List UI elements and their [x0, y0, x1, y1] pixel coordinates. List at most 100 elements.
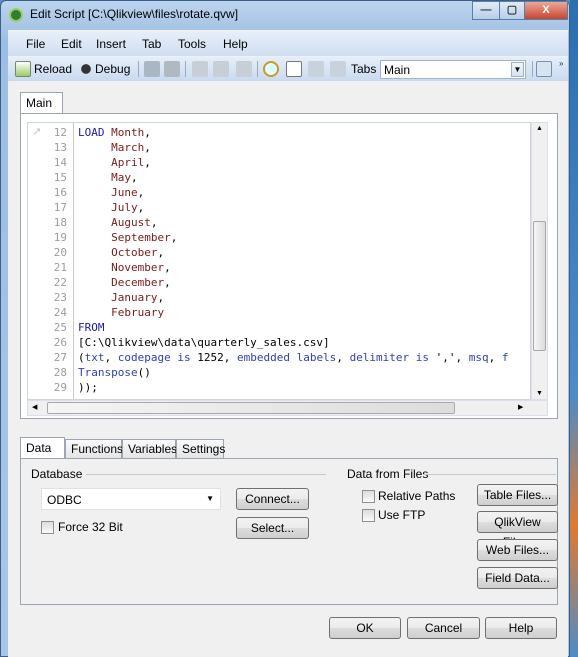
code-token: August — [111, 216, 151, 229]
qlikview-file-button[interactable]: QlikView File... — [477, 511, 558, 549]
tab-left-icon[interactable] — [308, 61, 324, 77]
print-icon[interactable] — [164, 61, 180, 77]
code-token: , — [137, 201, 145, 214]
relative-paths-checkbox[interactable] — [362, 490, 375, 503]
code-line: December, — [78, 276, 171, 289]
menu-edit[interactable]: Edit — [61, 37, 82, 51]
scroll-down-icon[interactable]: ▼ — [536, 390, 543, 397]
scroll-right-icon[interactable]: ▶ — [518, 403, 523, 411]
search-icon[interactable] — [263, 61, 279, 77]
database-dropdown[interactable]: ODBC ▼ — [41, 488, 221, 510]
chevron-down-icon[interactable]: ▼ — [206, 494, 214, 503]
code-token: )); — [78, 381, 98, 394]
save-icon[interactable] — [144, 61, 160, 77]
reload-button[interactable]: Reload — [34, 62, 72, 76]
tabs-dropdown[interactable]: Main ▼ — [380, 60, 526, 79]
force-32-bit-checkbox[interactable] — [41, 521, 54, 534]
line-number: 15 — [53, 171, 67, 184]
code-token: f — [501, 351, 509, 364]
code-token: November — [111, 261, 165, 274]
tabs-dropdown-value: Main — [384, 63, 411, 77]
menu-file[interactable]: File — [26, 37, 45, 51]
code-token: June — [111, 186, 138, 199]
tab-functions[interactable]: Functions — [65, 439, 123, 458]
tab-settings[interactable]: Settings — [176, 439, 225, 458]
code-line: October, — [78, 246, 164, 259]
horizontal-scroll-thumb[interactable] — [47, 402, 455, 414]
line-number: 23 — [53, 291, 67, 304]
code-line: [C:\Qlikview\data\quarterly_sales.csv] — [78, 336, 330, 349]
script-editor[interactable]: ➚ 12 13 14 15 16 17 18 19 20 21 22 23 24 25 26 27 28 29 L… — [27, 122, 531, 400]
code-line: Transpose() — [78, 366, 151, 379]
code-line: September, — [78, 231, 177, 244]
relative-paths-label: Relative Paths — [378, 489, 456, 503]
web-files-button[interactable]: Web Files... — [477, 539, 558, 561]
qlikview-logo-icon — [9, 8, 23, 22]
debug-button[interactable]: Debug — [95, 62, 130, 76]
bookmark-arrow-icon: ➚ — [33, 125, 41, 140]
tab-variables[interactable]: Variables — [122, 439, 177, 458]
menu-tools[interactable]: Tools — [178, 37, 206, 51]
select-button[interactable]: Select... — [236, 517, 309, 539]
vertical-scroll-thumb[interactable] — [533, 221, 546, 351]
code-line: January, — [78, 291, 164, 304]
data-from-files-group-label: Data from Files — [347, 467, 429, 481]
field-data-button[interactable]: Field Data... — [477, 567, 558, 589]
table-files-button[interactable]: Table Files... — [477, 484, 558, 506]
chevron-down-icon[interactable]: ▼ — [511, 62, 524, 77]
code-token: , — [144, 126, 151, 139]
code-token: May — [111, 171, 131, 184]
table-viewer-icon[interactable] — [536, 61, 552, 77]
code-token: September — [111, 231, 171, 244]
debug-bug-icon[interactable] — [78, 61, 94, 77]
code-token: delimiter is — [349, 351, 430, 364]
cut-icon[interactable] — [192, 61, 208, 77]
connect-button[interactable]: Connect... — [236, 488, 309, 510]
scroll-up-icon[interactable]: ▲ — [536, 125, 543, 132]
copy-icon[interactable] — [213, 61, 229, 77]
toolbar-overflow-icon[interactable]: » — [559, 59, 567, 79]
maximize-button[interactable]: ▢ — [499, 1, 525, 20]
menu-tab[interactable]: Tab — [142, 37, 161, 51]
scroll-left-icon[interactable]: ◀ — [32, 403, 37, 411]
toolbar-separator — [532, 61, 533, 77]
code-token: LOAD — [78, 126, 105, 139]
tab-main[interactable]: Main — [20, 92, 63, 114]
code-token: , — [104, 351, 118, 364]
paste-icon[interactable] — [236, 61, 252, 77]
code-token: () — [137, 366, 151, 379]
line-number: 17 — [53, 201, 67, 214]
close-button[interactable]: X — [524, 1, 568, 20]
reload-icon[interactable] — [15, 61, 31, 77]
code-token: , — [144, 156, 151, 169]
ok-button[interactable]: OK — [329, 617, 401, 639]
menu-bar: File Edit Insert Tab Tools Help — [8, 32, 568, 56]
code-token: ( — [78, 351, 85, 364]
menu-insert[interactable]: Insert — [96, 37, 126, 51]
code-token: , — [170, 231, 178, 244]
code-token: ',', — [429, 351, 469, 364]
cancel-button[interactable]: Cancel — [407, 617, 480, 639]
use-ftp-checkbox[interactable] — [362, 509, 375, 522]
vertical-scrollbar[interactable]: ▲ ▼ — [531, 122, 548, 400]
code-token: , — [150, 216, 158, 229]
line-number: 28 — [53, 366, 67, 379]
help-button[interactable]: Help — [485, 617, 557, 639]
code-line: )); — [78, 381, 98, 394]
code-token: March — [111, 141, 145, 154]
line-number: 12 — [53, 126, 67, 139]
tab-right-icon[interactable] — [330, 61, 346, 77]
minimize-button[interactable]: — — [472, 1, 500, 20]
database-group-label: Database — [31, 467, 83, 481]
menu-help[interactable]: Help — [223, 37, 248, 51]
code-token: July — [111, 201, 138, 214]
new-tab-icon[interactable] — [286, 61, 302, 77]
horizontal-scrollbar[interactable]: ◀ ▶ — [27, 400, 548, 416]
code-token: msq — [468, 351, 489, 364]
tab-data[interactable]: Data — [20, 437, 65, 459]
code-line: June, — [78, 186, 144, 199]
